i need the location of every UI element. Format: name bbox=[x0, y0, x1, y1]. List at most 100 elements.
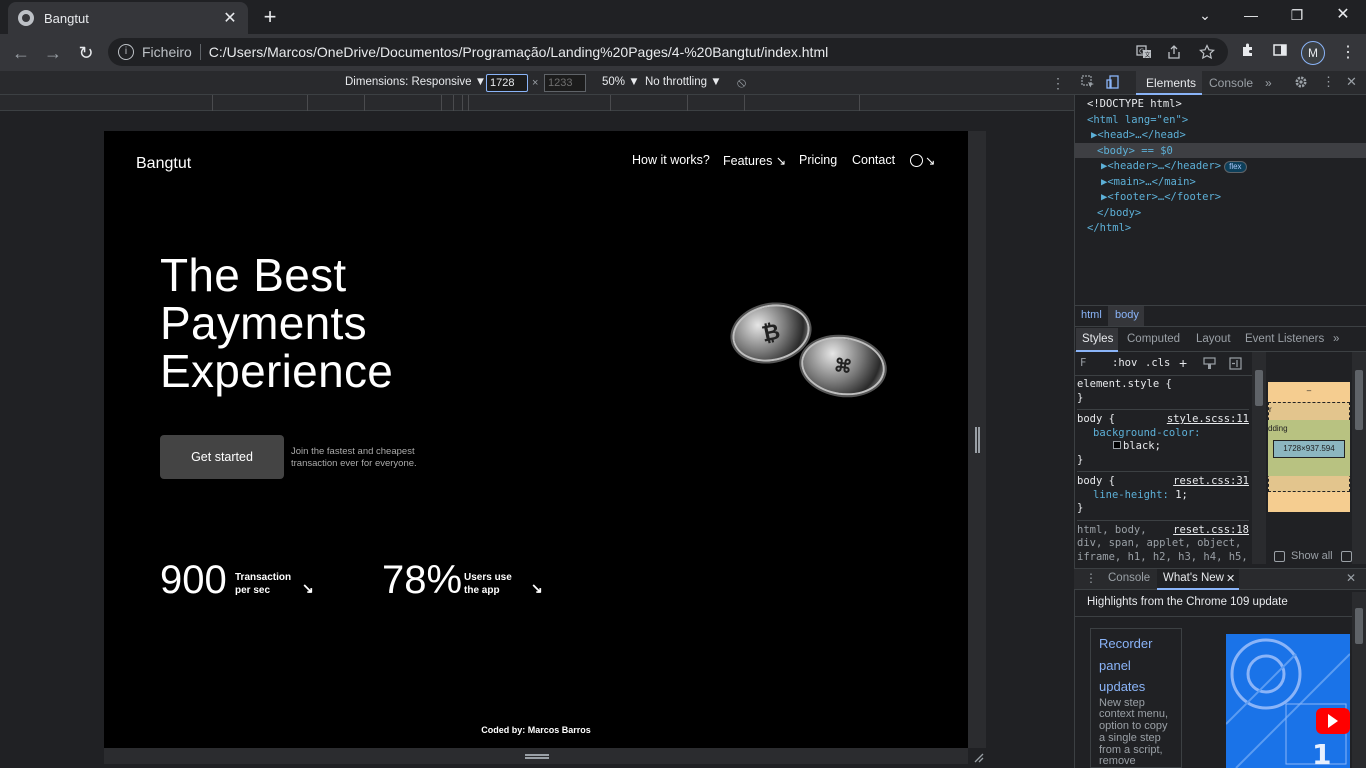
site-info-icon[interactable]: i bbox=[118, 44, 134, 60]
css-value[interactable]: 1; bbox=[1175, 489, 1188, 501]
rule-source-link[interactable]: reset.css:31 bbox=[1173, 475, 1249, 489]
back-button[interactable]: ← bbox=[10, 42, 32, 64]
media-query-bar[interactable] bbox=[0, 95, 1074, 111]
drawer-tab-console[interactable]: Console bbox=[1108, 572, 1150, 584]
width-input[interactable]: 1728 bbox=[486, 74, 528, 92]
styles-scroll-thumb[interactable] bbox=[1255, 370, 1263, 406]
whats-new-link-line[interactable]: updates bbox=[1099, 676, 1173, 698]
drawer-scrollbar[interactable] bbox=[1352, 592, 1366, 768]
corner-resize-icon[interactable] bbox=[972, 750, 984, 763]
device-toggle-icon[interactable] bbox=[1106, 75, 1120, 94]
url-text[interactable]: C:/Users/Marcos/OneDrive/Documentos/Prog… bbox=[209, 44, 828, 60]
restore-button[interactable]: ❐ bbox=[1274, 0, 1320, 32]
share-icon[interactable] bbox=[1166, 44, 1182, 63]
tab-layout[interactable]: Layout bbox=[1196, 333, 1231, 345]
hov-toggle[interactable]: :hov bbox=[1112, 357, 1137, 369]
show-all-checkbox[interactable] bbox=[1274, 551, 1285, 562]
dom-header[interactable]: ▶<header>…</header> flex bbox=[1087, 159, 1247, 175]
rule-body-line-height[interactable]: body {reset.css:31 line-height: 1; } bbox=[1077, 475, 1249, 516]
styles-scrollbar[interactable] bbox=[1252, 352, 1266, 564]
profile-avatar[interactable]: M bbox=[1301, 41, 1325, 65]
css-property[interactable]: background-color: bbox=[1093, 427, 1200, 439]
tab-elements[interactable]: Elements bbox=[1146, 76, 1196, 90]
bookmark-star-icon[interactable] bbox=[1199, 44, 1215, 63]
address-bar[interactable]: i Ficheiro C:/Users/Marcos/OneDrive/Docu… bbox=[108, 38, 1228, 66]
flex-badge[interactable]: flex bbox=[1224, 161, 1247, 173]
whats-new-card[interactable]: Recorder panel updates New step context … bbox=[1090, 628, 1182, 768]
breadcrumb-html[interactable]: html bbox=[1081, 309, 1102, 321]
dom-main[interactable]: ▶<main>…</main> bbox=[1087, 175, 1247, 191]
computed-sidebar-icon[interactable] bbox=[1229, 357, 1242, 375]
tab-styles[interactable]: Styles bbox=[1082, 333, 1113, 345]
rule-source-link[interactable]: reset.css:18 bbox=[1173, 524, 1249, 538]
close-window-button[interactable]: ✕ bbox=[1320, 0, 1366, 32]
tab-event-listeners[interactable]: Event Listeners bbox=[1245, 333, 1324, 345]
group-checkbox[interactable] bbox=[1341, 551, 1352, 562]
paint-icon[interactable] bbox=[1203, 357, 1216, 375]
height-resize-handle[interactable] bbox=[525, 754, 549, 759]
dom-head[interactable]: ▶<head>…</head> bbox=[1087, 128, 1247, 144]
boxmodel-scrollbar[interactable] bbox=[1352, 352, 1366, 564]
rule-source-link[interactable]: style.scss:11 bbox=[1167, 413, 1249, 427]
height-input[interactable]: 1233 bbox=[544, 74, 586, 92]
drawer-tab-whats-new[interactable]: What's New bbox=[1163, 572, 1224, 584]
dimensions-dropdown[interactable]: Dimensions: Responsive ▼ bbox=[345, 76, 486, 88]
tab-computed[interactable]: Computed bbox=[1127, 333, 1180, 345]
dom-footer[interactable]: ▶<footer>…</footer> bbox=[1087, 190, 1247, 206]
more-style-tabs-icon[interactable]: » bbox=[1333, 333, 1339, 345]
close-whats-new-icon[interactable]: ✕ bbox=[1226, 572, 1235, 585]
drawer-scroll-thumb[interactable] bbox=[1355, 608, 1363, 644]
drawer-menu-icon[interactable]: ⋮ bbox=[1085, 571, 1097, 585]
settings-gear-icon[interactable] bbox=[1294, 75, 1308, 94]
close-tab-icon[interactable]: ✕ bbox=[222, 8, 238, 28]
whats-new-video-thumbnail[interactable]: 1 bbox=[1226, 634, 1350, 768]
language-arrow-icon[interactable]: ↘ bbox=[925, 153, 935, 168]
tab-console[interactable]: Console bbox=[1209, 76, 1253, 90]
dom-html-open[interactable]: <html lang="en"> bbox=[1087, 113, 1247, 129]
site-logo[interactable]: Bangtut bbox=[136, 155, 191, 173]
more-tabs-icon[interactable]: » bbox=[1265, 76, 1272, 90]
throttling-dropdown[interactable]: No throttling ▼ bbox=[645, 76, 722, 88]
close-devtools-icon[interactable]: ✕ bbox=[1346, 74, 1357, 90]
css-value[interactable]: black; bbox=[1123, 440, 1161, 452]
css-property[interactable]: line-height: bbox=[1093, 489, 1169, 501]
boxmodel-scroll-thumb[interactable] bbox=[1355, 370, 1363, 430]
nav-features[interactable]: Features ↘ bbox=[723, 153, 786, 168]
nav-contact[interactable]: Contact bbox=[852, 153, 895, 167]
dom-body-open[interactable]: <body> == $0 bbox=[1087, 144, 1247, 160]
zoom-dropdown[interactable]: 50% ▼ bbox=[602, 76, 640, 88]
devtools-menu-icon[interactable]: ⋮ bbox=[1322, 74, 1335, 90]
rule-body-bg[interactable]: body {style.scss:11 background-color: bl… bbox=[1077, 413, 1249, 467]
dom-body-close[interactable]: </body> bbox=[1087, 206, 1247, 222]
device-more-icon[interactable]: ⋮ bbox=[1051, 75, 1065, 92]
extensions-icon[interactable] bbox=[1237, 42, 1259, 64]
color-swatch[interactable] bbox=[1113, 441, 1121, 449]
reload-button[interactable]: ↻ bbox=[75, 42, 97, 64]
nav-pricing[interactable]: Pricing bbox=[799, 153, 837, 167]
browser-menu-icon[interactable]: ⋮ bbox=[1340, 42, 1356, 64]
browser-tab[interactable]: Bangtut ✕ bbox=[8, 2, 248, 34]
rotate-icon[interactable]: ⦸ bbox=[737, 74, 746, 91]
minimize-button[interactable]: — bbox=[1228, 0, 1274, 32]
new-rule-icon[interactable]: + bbox=[1179, 355, 1187, 371]
width-resize-handle[interactable] bbox=[975, 427, 980, 453]
language-globe-icon[interactable] bbox=[910, 154, 923, 167]
box-content-size[interactable]: 1728×937.594 bbox=[1273, 440, 1345, 458]
dom-doctype[interactable]: <!DOCTYPE html> bbox=[1087, 97, 1247, 113]
filter-input[interactable]: F bbox=[1080, 357, 1086, 369]
inspect-element-icon[interactable] bbox=[1081, 75, 1095, 94]
nav-how-it-works[interactable]: How it works? bbox=[632, 153, 710, 167]
side-panel-icon[interactable] bbox=[1269, 42, 1291, 64]
get-started-button[interactable]: Get started bbox=[160, 435, 284, 479]
whats-new-link-line[interactable]: Recorder bbox=[1099, 633, 1173, 655]
new-tab-button[interactable]: + bbox=[258, 4, 282, 30]
rule-reset[interactable]: html, body, reset.css:18 div, span, apple… bbox=[1077, 524, 1249, 564]
cls-toggle[interactable]: .cls bbox=[1145, 357, 1170, 369]
breadcrumb-body[interactable]: body bbox=[1115, 309, 1139, 321]
translate-icon[interactable]: G文 bbox=[1136, 44, 1152, 63]
dom-html-close[interactable]: </html> bbox=[1087, 221, 1247, 237]
whats-new-link-line[interactable]: panel bbox=[1099, 655, 1173, 677]
tab-search-icon[interactable]: ⌄ bbox=[1182, 0, 1228, 32]
close-drawer-icon[interactable]: ✕ bbox=[1346, 571, 1356, 585]
rule-element-style[interactable]: element.style { } bbox=[1077, 378, 1249, 405]
